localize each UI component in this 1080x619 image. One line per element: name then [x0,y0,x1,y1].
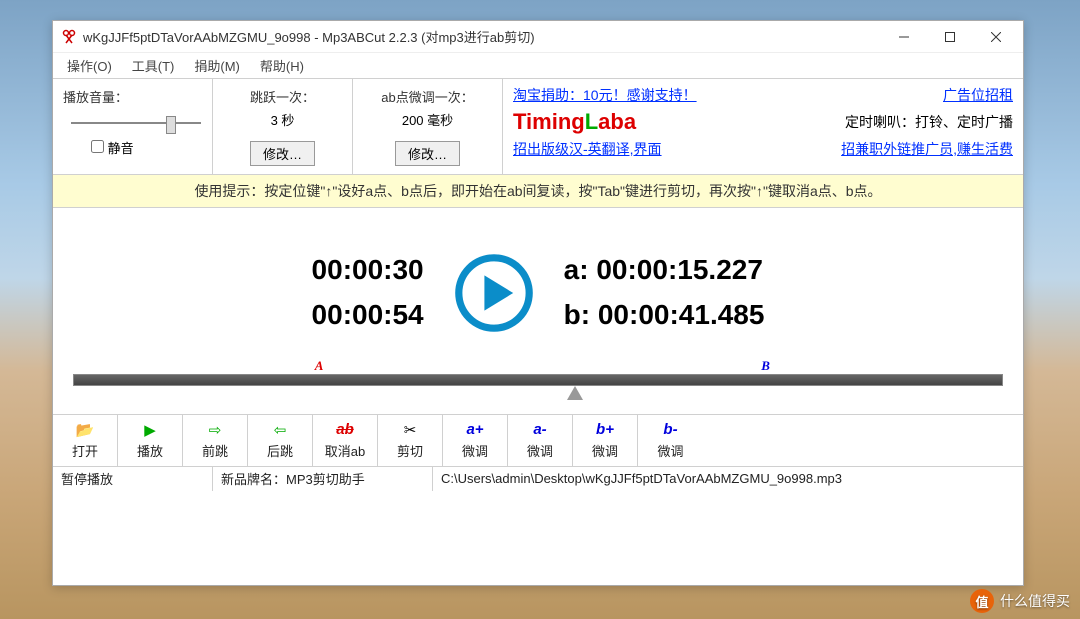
ad-donate-link[interactable]: 淘宝捐助：10元！感谢支持！ [513,85,697,105]
maximize-button[interactable] [927,23,973,51]
fine-label: ab点微调一次： [363,87,492,106]
a-minus-icon: a- [510,421,570,439]
main-display: 00:00:30 00:00:54 a: 00:00:15.227 b: 00:… [53,208,1023,358]
cancel-ab-icon: ab [315,421,375,439]
forward-jump-button[interactable]: ⇨ 前跳 [183,415,248,466]
scissors-icon: ✂ [380,421,440,439]
menu-donate[interactable]: 捐助(M) [184,52,250,79]
jump-value: 3 秒 [223,110,342,129]
ad-translate-link[interactable]: 招出版级汉-英翻译,界面 [513,139,662,159]
ads-panel: 淘宝捐助：10元！感谢支持！ 广告位招租 TimingLaba 定时喇叭：打铃、… [503,79,1023,174]
settings-row: 播放音量： 静音 跳跃一次： 3 秒 修改… ab点微调一次： 200 毫秒 修… [53,79,1023,175]
fine-panel: ab点微调一次： 200 毫秒 修改… [353,79,503,174]
app-window: wKgJJFf5ptDTaVorAAbMZGMU_9o998 - Mp3ABCu… [52,20,1024,586]
watermark-text: 什么值得买 [1000,591,1070,611]
watermark-icon: 值 [970,589,994,613]
close-button[interactable] [973,23,1019,51]
jump-modify-button[interactable]: 修改… [250,141,315,166]
toolbar: 📂 打开 ▶ 播放 ⇨ 前跳 ⇦ 后跳 ab 取消ab ✂ 剪切 a+ 微调 a… [53,414,1023,467]
minimize-button[interactable] [881,23,927,51]
a-label: a: [564,254,589,285]
menu-tools[interactable]: 工具(T) [122,52,185,79]
brand-desc: 定时喇叭：打铃、定时广播 [845,112,1013,132]
menubar: 操作(O) 工具(T) 捐助(M) 帮助(H) [53,53,1023,79]
usage-hint: 使用提示：按定位键"↑"设好a点、b点后，即开始在ab间复读，按"Tab"键进行… [53,175,1023,208]
b-plus-button[interactable]: b+ 微调 [573,415,638,466]
menu-operate[interactable]: 操作(O) [57,52,122,79]
ad-slot-link[interactable]: 广告位招租 [943,85,1013,105]
app-icon [61,29,77,45]
a-marker: A [315,358,324,374]
fine-modify-button[interactable]: 修改… [395,141,460,166]
volume-panel: 播放音量： 静音 [53,79,213,174]
volume-slider[interactable] [71,114,201,132]
a-time: 00:00:15.227 [596,254,763,285]
progress-bar[interactable] [73,374,1003,386]
a-plus-button[interactable]: a+ 微调 [443,415,508,466]
volume-label: 播放音量： [63,87,202,106]
mute-label: 静音 [108,141,134,156]
jump-panel: 跳跃一次： 3 秒 修改… [213,79,353,174]
titlebar: wKgJJFf5ptDTaVorAAbMZGMU_9o998 - Mp3ABCu… [53,21,1023,53]
arrow-left-icon: ⇦ [250,421,310,439]
folder-open-icon: 📂 [55,421,115,439]
b-plus-icon: b+ [575,421,635,439]
window-title: wKgJJFf5ptDTaVorAAbMZGMU_9o998 - Mp3ABCu… [83,27,881,46]
jump-label: 跳跃一次： [223,87,342,106]
play-tb-button[interactable]: ▶ 播放 [118,415,183,466]
a-plus-icon: a+ [445,421,505,439]
play-button[interactable] [454,253,534,333]
status-state: 暂停播放 [53,467,213,491]
b-marker: B [761,358,770,374]
current-time: 00:00:30 [312,248,424,293]
b-time: 00:00:41.485 [598,299,765,330]
back-jump-button[interactable]: ⇦ 后跳 [248,415,313,466]
menu-help[interactable]: 帮助(H) [250,52,314,79]
arrow-right-icon: ⇨ [185,421,245,439]
total-time: 00:00:54 [312,293,424,338]
mute-checkbox[interactable] [91,140,104,153]
watermark: 值 什么值得买 [970,589,1070,613]
progress-thumb[interactable] [567,386,583,400]
fine-value: 200 毫秒 [363,110,492,129]
brand-logo: TimingLaba [513,109,636,135]
b-label: b: [564,299,590,330]
cancel-ab-button[interactable]: ab 取消ab [313,415,378,466]
ab-stack: a: 00:00:15.227 b: 00:00:41.485 [564,248,765,338]
cut-button[interactable]: ✂ 剪切 [378,415,443,466]
ad-promote-link[interactable]: 招兼职外链推广员,赚生活费 [841,139,1013,159]
status-brand: 新品牌名：MP3剪切助手 [213,467,433,491]
status-path: C:\Users\admin\Desktop\wKgJJFf5ptDTaVorA… [433,467,1023,491]
progress-area: A B [53,358,1023,396]
b-minus-button[interactable]: b- 微调 [638,415,703,466]
open-button[interactable]: 📂 打开 [53,415,118,466]
b-minus-icon: b- [640,421,701,439]
a-minus-button[interactable]: a- 微调 [508,415,573,466]
time-stack: 00:00:30 00:00:54 [312,248,424,338]
play-icon: ▶ [120,421,180,439]
statusbar: 暂停播放 新品牌名：MP3剪切助手 C:\Users\admin\Desktop… [53,467,1023,491]
